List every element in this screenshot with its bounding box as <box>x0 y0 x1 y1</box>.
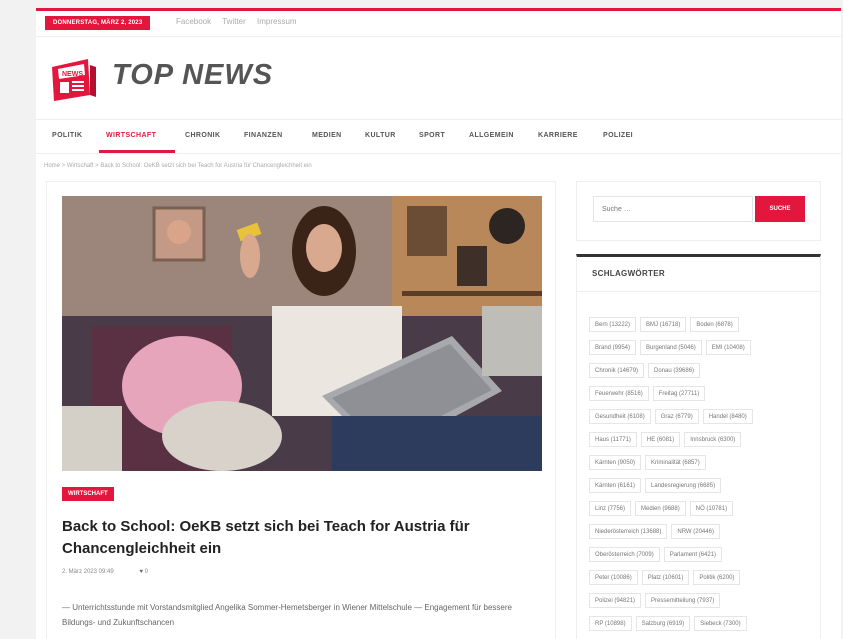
tag-row: Steiermark (10882)Sonntag (20697) <box>589 635 717 639</box>
tag-link[interactable]: Kriminalität (6857) <box>645 455 706 470</box>
search-widget: SUCHE <box>576 181 821 241</box>
tag-row: Bern (13222) BMJ (16718) Boden (6878) <box>589 313 743 332</box>
tag-link[interactable]: Peter (10086) <box>589 570 638 585</box>
active-nav-indicator <box>99 150 175 153</box>
tag-row: Oberösterreich (7009) Parlament (6421) <box>589 543 726 562</box>
tag-link[interactable]: Chronik (14679) <box>589 363 645 378</box>
article-excerpt: — Unterrichtsstunde mit Vorstandsmitglie… <box>62 603 512 627</box>
divider <box>577 291 820 292</box>
tag-link[interactable]: RP (10898) <box>589 616 632 631</box>
tag-row: RP (10898) Salzburg (6919) Siebeck (7300) <box>589 612 751 631</box>
tag-row: Brand (9954) Burgenland (5046) EMI (10408) <box>589 336 755 355</box>
article-hero-image[interactable] <box>62 196 542 471</box>
newspaper-logo-icon: NEWS <box>52 59 96 101</box>
tag-link[interactable]: Kärnten (6161) <box>589 478 642 493</box>
tag-link[interactable]: NRW (20446) <box>671 524 720 539</box>
tag-link[interactable]: Burgenland (5046) <box>640 340 702 355</box>
tag-link[interactable]: Haus (11771) <box>589 432 637 447</box>
tag-link[interactable]: Parlament (6421) <box>663 547 723 562</box>
tag-link[interactable]: Landesregierung (6685) <box>645 478 722 493</box>
heart-icon[interactable]: ♥ <box>139 569 143 575</box>
main-nav: POLITIK WIRTSCHAFT CHRONIK FINANZEN MEDI… <box>36 119 841 154</box>
tag-link[interactable]: Siebeck (7300) <box>694 616 747 631</box>
tag-link[interactable]: Brand (9954) <box>589 340 637 355</box>
like-count: 0 <box>144 569 148 575</box>
tag-link[interactable]: NÖ (10781) <box>689 501 734 516</box>
tag-link[interactable]: Boden (6878) <box>690 317 739 332</box>
tag-link[interactable]: Salzburg (6919) <box>635 616 691 631</box>
tag-row: Gesundheit (6108) Graz (6779) Handel (8480… <box>589 405 757 424</box>
tag-link[interactable]: Platz (10601) <box>641 570 690 585</box>
article-title[interactable]: Back to School: OeKB setzt sich bei Teac… <box>62 516 522 560</box>
tags-widget-title: SCHLAGWÖRTER <box>592 269 665 278</box>
tag-link[interactable]: Gesundheit (6108) <box>589 409 651 424</box>
tag-link[interactable]: EMI (10408) <box>705 340 751 355</box>
top-link-facebook[interactable]: Facebook <box>176 17 211 26</box>
tag-link[interactable]: Medien (9688) <box>635 501 686 516</box>
nav-item-politik[interactable]: POLITIK <box>52 132 82 139</box>
article-meta: 2. März 2023 09:49 ♥ 0 <box>62 569 148 575</box>
search-input[interactable] <box>593 196 753 222</box>
tag-row: Peter (10086) Platz (10601) Politik (6200) <box>589 566 744 585</box>
top-link-impressum[interactable]: Impressum <box>257 17 297 26</box>
tag-link[interactable]: Bern (13222) <box>589 317 637 332</box>
article-card: WIRTSCHAFT Back to School: OeKB setzt si… <box>46 181 556 639</box>
woman-laptop-photo <box>62 196 542 471</box>
tag-link[interactable]: Pressemitteilung (7937) <box>645 593 721 608</box>
nav-item-karriere[interactable]: KARRIERE <box>538 132 578 139</box>
tag-link[interactable]: Feuerwehr (8516) <box>589 386 649 401</box>
tag-link[interactable]: Linz (7756) <box>589 501 632 516</box>
nav-item-allgemein[interactable]: ALLGEMEIN <box>469 132 514 139</box>
search-button[interactable]: SUCHE <box>755 196 805 222</box>
nav-item-chronik[interactable]: CHRONIK <box>185 132 220 139</box>
nav-item-sport[interactable]: SPORT <box>419 132 445 139</box>
tag-link[interactable]: Innsbruck (6300) <box>684 432 742 447</box>
top-bar: DONNERSTAG, MÄRZ 2, 2023 Facebook Twitte… <box>36 11 841 37</box>
tags-widget: SCHLAGWÖRTER Bern (13222) BMJ (16718) Bode… <box>576 254 821 639</box>
tag-link[interactable]: Politik (6200) <box>693 570 741 585</box>
tag-link[interactable]: Niederösterreich (13688) <box>589 524 668 539</box>
tag-link[interactable]: BMJ (16718) <box>640 317 687 332</box>
tag-row: Kärnten (6161) Landesregierung (6685) <box>589 474 725 493</box>
tag-row: Feuerwehr (8516) Freitag (27711) <box>589 382 709 401</box>
tag-row: Niederösterreich (13688) NRW (20446) <box>589 520 724 539</box>
tag-link[interactable]: Donau (39686) <box>648 363 701 378</box>
nav-item-kultur[interactable]: KULTUR <box>365 132 396 139</box>
svg-text:NEWS: NEWS <box>62 71 83 78</box>
site-logo[interactable]: NEWS <box>48 55 100 103</box>
tag-row: Polizei (94821) Pressemitteilung (7937) <box>589 589 724 608</box>
tag-link[interactable]: Handel (8480) <box>702 409 753 424</box>
tag-link[interactable]: Freitag (27711) <box>652 386 706 401</box>
article-date: 2. März 2023 09:49 <box>62 569 114 575</box>
top-links: Facebook Twitter Impressum <box>176 17 306 26</box>
tag-row: Chronik (14679) Donau (39686) <box>589 359 704 378</box>
top-link-twitter[interactable]: Twitter <box>222 17 246 26</box>
tag-row: Linz (7756) Medien (9688) NÖ (10781) <box>589 497 737 516</box>
breadcrumb[interactable]: Home > Wirtschaft > Back to School: OeKB… <box>44 163 312 169</box>
date-badge: DONNERSTAG, MÄRZ 2, 2023 <box>45 16 151 30</box>
tag-link[interactable]: Polizei (94821) <box>589 593 642 608</box>
tag-row: Haus (11771) HE (6081) Innsbruck (6300) <box>589 428 745 447</box>
tag-link[interactable]: Kärnten (9050) <box>589 455 642 470</box>
site-title[interactable]: TOP NEWS <box>112 59 273 92</box>
nav-item-wirtschaft[interactable]: WIRTSCHAFT <box>106 132 156 139</box>
tag-row: Kärnten (9050) Kriminalität (6857) <box>589 451 710 470</box>
tag-link[interactable]: HE (6081) <box>640 432 681 447</box>
tag-link[interactable]: Graz (6779) <box>654 409 699 424</box>
nav-item-medien[interactable]: MEDIEN <box>312 132 342 139</box>
nav-item-polizei[interactable]: POLIZEI <box>603 132 633 139</box>
page-container: DONNERSTAG, MÄRZ 2, 2023 Facebook Twitte… <box>36 8 841 639</box>
tag-link[interactable]: Oberösterreich (7009) <box>589 547 660 562</box>
category-badge[interactable]: WIRTSCHAFT <box>62 487 114 501</box>
nav-item-finanzen[interactable]: FINANZEN <box>244 132 283 139</box>
